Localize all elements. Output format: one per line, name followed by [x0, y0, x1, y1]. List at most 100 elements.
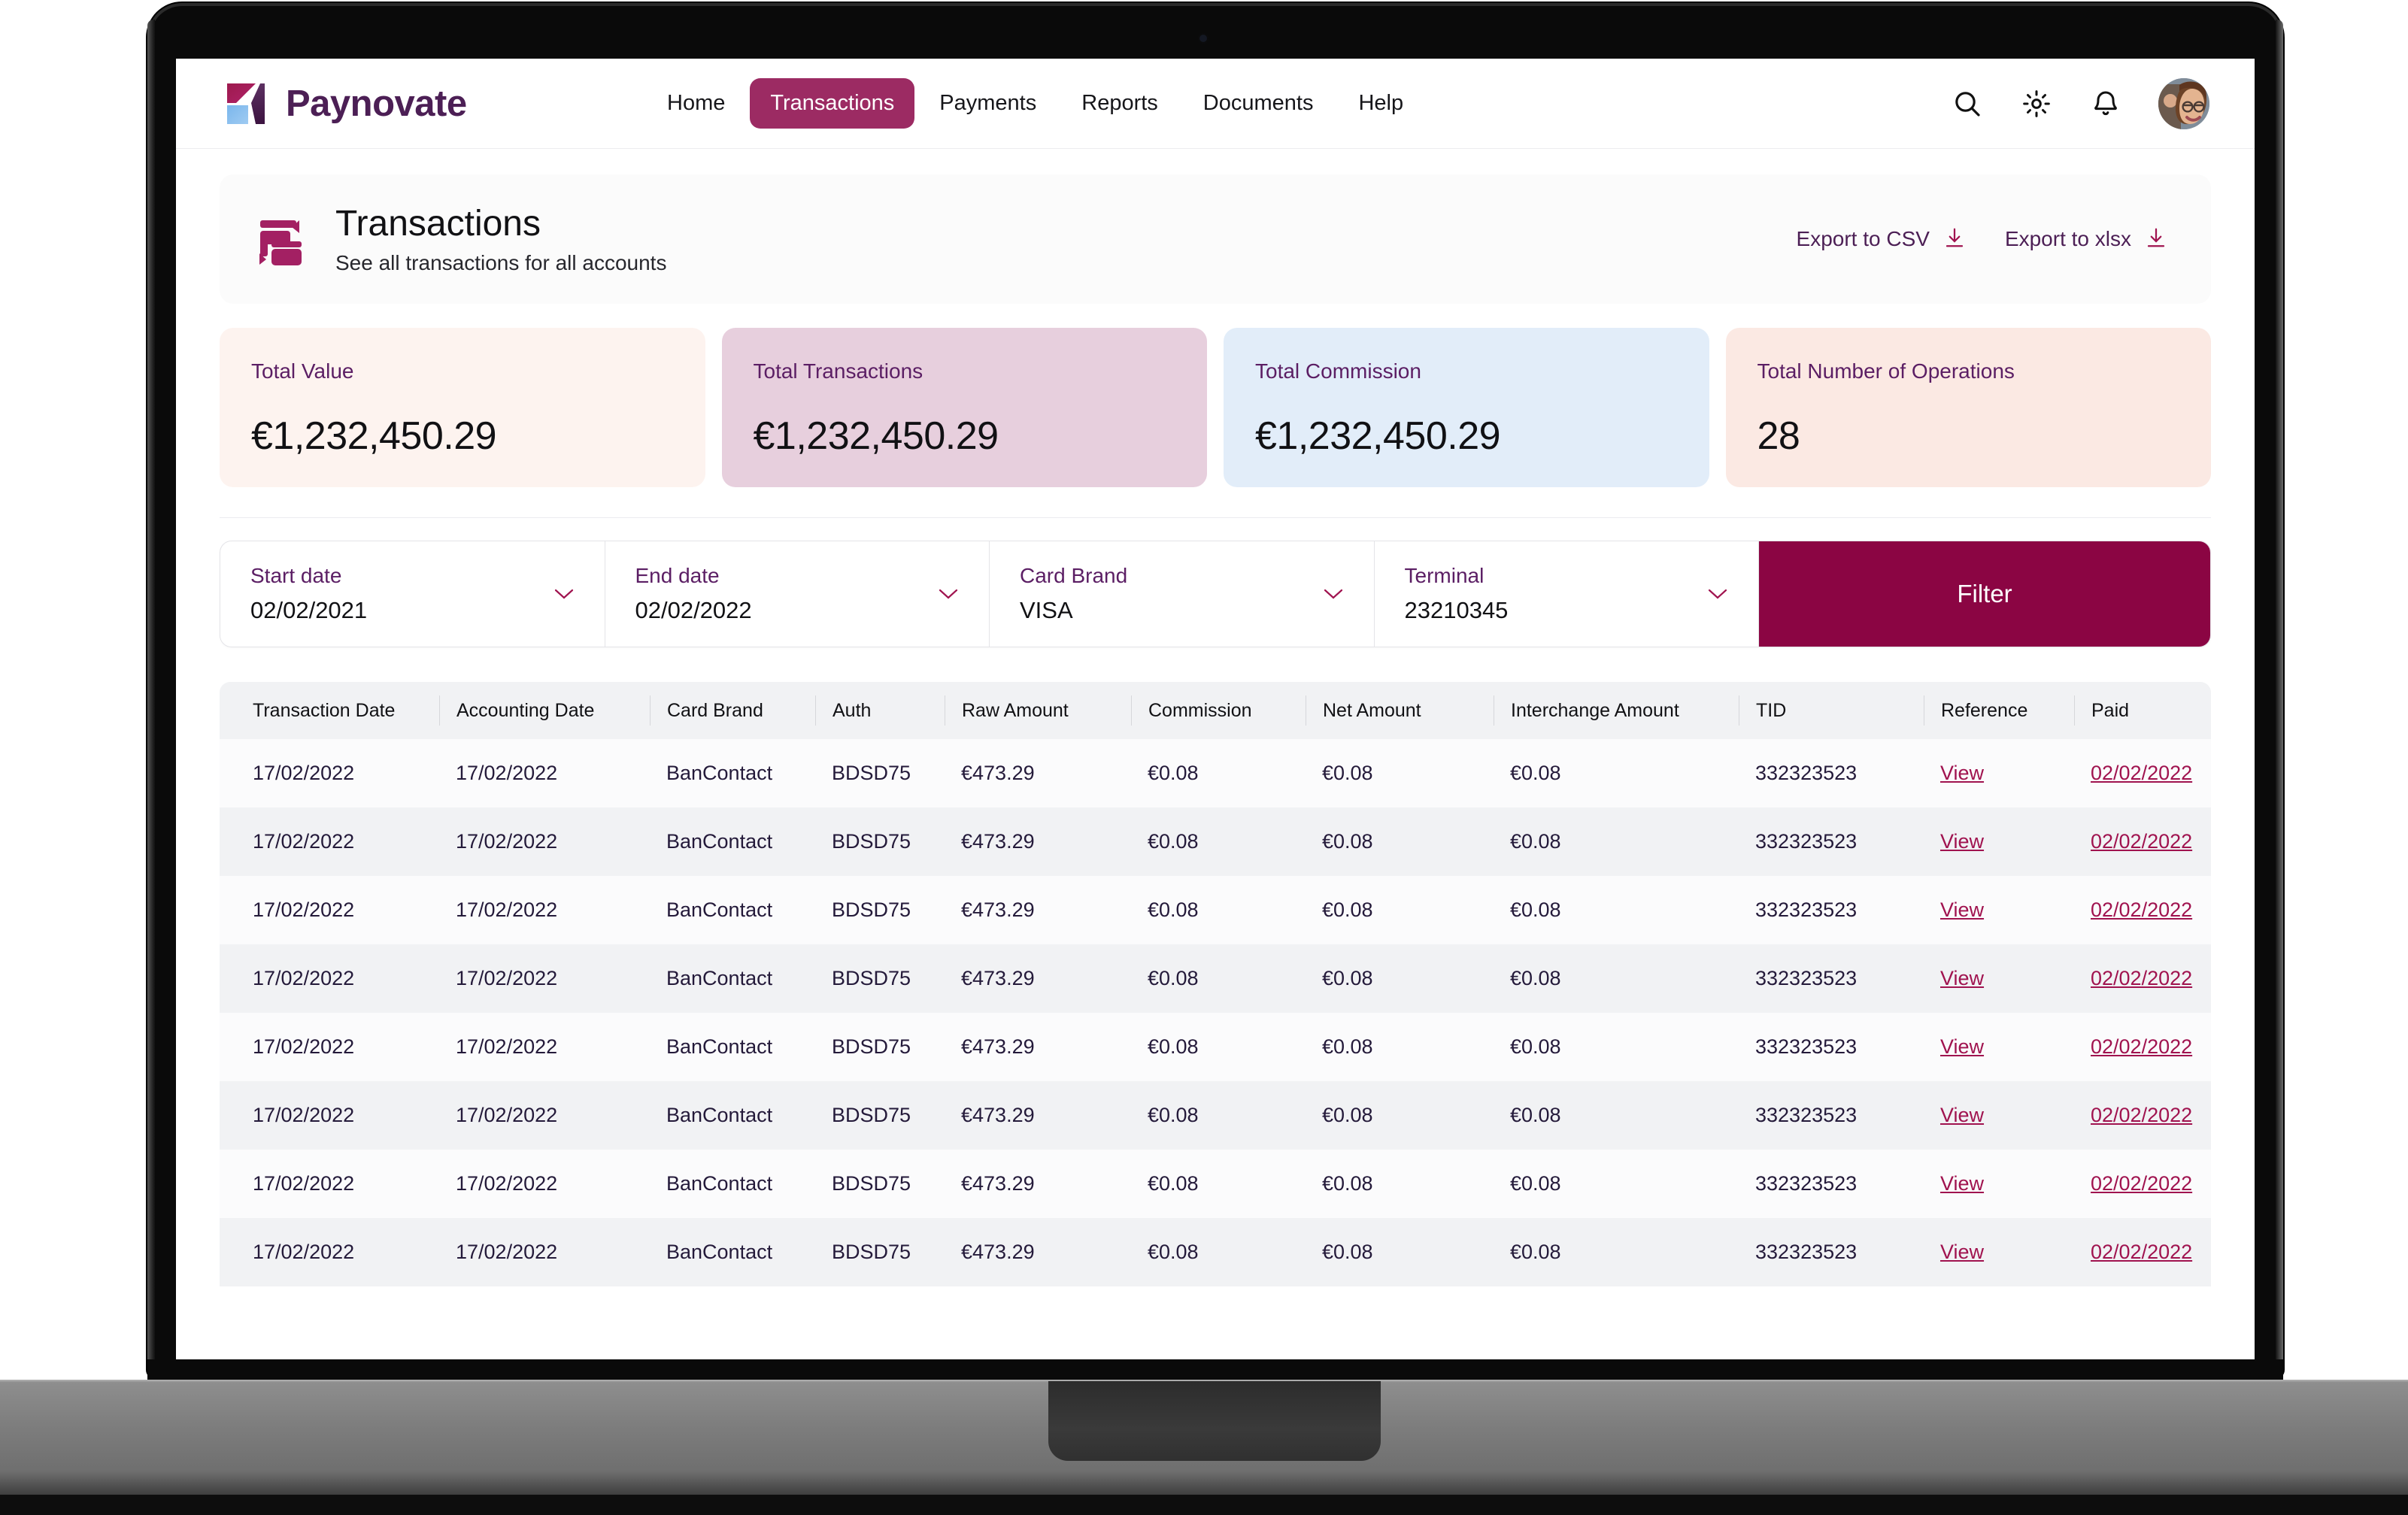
nav-item-payments[interactable]: Payments: [919, 78, 1057, 129]
table-cell: €0.08: [1510, 1172, 1561, 1195]
view-link[interactable]: View: [1924, 967, 2074, 990]
table-cell: €0.08: [1322, 898, 1373, 921]
brand-name: Paynovate: [286, 83, 467, 124]
table-cell: €0.08: [1322, 762, 1373, 784]
stat-label: Total Value: [251, 359, 354, 383]
table-row[interactable]: 17/02/2022 17/02/2022 BanContact BDSD75 €473…: [220, 876, 2211, 944]
table-cell: 17/02/2022: [456, 1241, 558, 1263]
nav-item-help[interactable]: Help: [1338, 78, 1424, 129]
brand-logo[interactable]: Paynovate: [226, 80, 647, 127]
paid-date-link[interactable]: 02/02/2022: [2074, 1172, 2209, 1195]
table-cell: €0.08: [1322, 1172, 1373, 1195]
column-header-raw-amount[interactable]: Raw Amount: [945, 695, 1131, 726]
table-row[interactable]: 17/02/2022 17/02/2022 BanContact BDSD75 €473…: [220, 807, 2211, 876]
table-cell: BDSD75: [832, 967, 911, 989]
column-header-card-brand[interactable]: Card Brand: [650, 695, 815, 726]
column-header-transaction-date[interactable]: Transaction Date: [220, 695, 439, 726]
chevron-down-icon: [1323, 588, 1344, 600]
filter-button[interactable]: Filter: [1759, 541, 2210, 647]
export-csv-button[interactable]: Export to CSV: [1797, 226, 1966, 253]
nav-item-reports[interactable]: Reports: [1061, 78, 1178, 129]
stat-card-total-transactions: Total Transactions €1,232,450.29: [721, 328, 1207, 487]
gear-icon[interactable]: [2020, 87, 2053, 120]
table-cell: €0.08: [1510, 967, 1561, 989]
laptop-lid-bottom-bezel: [147, 1359, 2283, 1382]
export-csv-label: Export to CSV: [1796, 227, 1930, 250]
stat-label: Total Commission: [1255, 359, 1421, 383]
table-cell: BanContact: [666, 967, 773, 989]
search-icon[interactable]: [1951, 87, 1984, 120]
table-row[interactable]: 17/02/2022 17/02/2022 BanContact BDSD75 €473…: [220, 739, 2211, 807]
stat-card-total-commission: Total Commission €1,232,450.29: [1224, 328, 1709, 487]
nav-item-transactions[interactable]: Transactions: [750, 78, 915, 129]
paid-date-link[interactable]: 02/02/2022: [2074, 1035, 2209, 1059]
main-nav: Home Transactions Payments Reports Docum…: [647, 78, 1951, 129]
paynovate-logo-icon: [226, 80, 272, 127]
column-header-auth[interactable]: Auth: [815, 695, 945, 726]
webcam-icon: [1198, 33, 1209, 44]
table-cell: BDSD75: [832, 898, 911, 921]
view-link[interactable]: View: [1924, 1104, 2074, 1127]
paid-date-link[interactable]: 02/02/2022: [2074, 898, 2209, 922]
summary-cards: Total Value €1,232,450.29 Total Transact…: [220, 328, 2211, 487]
avatar[interactable]: [2158, 77, 2209, 129]
column-header-accounting-date[interactable]: Accounting Date: [439, 695, 650, 726]
view-link[interactable]: View: [1924, 898, 2074, 922]
view-link[interactable]: View: [1924, 1035, 2074, 1059]
nav-item-documents[interactable]: Documents: [1183, 78, 1334, 129]
table-cell: 332323523: [1755, 1241, 1858, 1263]
filter-label: Start date: [250, 564, 342, 587]
column-header-net-amount[interactable]: Net Amount: [1306, 695, 1494, 726]
page-header-left: Transactions See all transactions for al…: [253, 203, 666, 276]
export-xlsx-button[interactable]: Export to xlsx: [2005, 226, 2167, 253]
view-link[interactable]: View: [1924, 1172, 2074, 1195]
paid-date-link[interactable]: 02/02/2022: [2074, 1241, 2209, 1264]
page-subtitle: See all transactions for all accounts: [335, 251, 667, 275]
table-cell: 17/02/2022: [456, 1172, 558, 1195]
table-cell: €0.08: [1322, 1035, 1373, 1058]
stat-label: Total Number of Operations: [1757, 359, 2015, 383]
nav-item-home[interactable]: Home: [647, 78, 745, 129]
paid-date-link[interactable]: 02/02/2022: [2074, 830, 2209, 853]
paid-date-link[interactable]: 02/02/2022: [2074, 1104, 2209, 1127]
column-header-tid[interactable]: TID: [1739, 695, 1924, 726]
column-header-commission[interactable]: Commission: [1131, 695, 1306, 726]
paid-date-link[interactable]: 02/02/2022: [2074, 762, 2209, 785]
page-title: Transactions: [335, 203, 541, 244]
table-row[interactable]: 17/02/2022 17/02/2022 BanContact BDSD75 €473…: [220, 1218, 2211, 1286]
column-header-paid[interactable]: Paid: [2074, 695, 2209, 726]
view-link[interactable]: View: [1924, 1241, 2074, 1264]
filter-start-date[interactable]: Start date 02/02/2021: [220, 541, 605, 647]
table-cell: 17/02/2022: [253, 1104, 355, 1126]
transactions-table: Transaction Date Accounting Date Card Bran…: [220, 682, 2211, 1286]
table-cell: 17/02/2022: [456, 1035, 558, 1058]
table-cell: 332323523: [1755, 830, 1858, 853]
filter-end-date[interactable]: End date 02/02/2022: [605, 541, 990, 647]
table-cell: €473.29: [961, 830, 1035, 853]
view-link[interactable]: View: [1924, 830, 2074, 853]
table-row[interactable]: 17/02/2022 17/02/2022 BanContact BDSD75 €473…: [220, 1081, 2211, 1150]
table-cell: BanContact: [666, 1035, 773, 1058]
table-cell: 17/02/2022: [456, 762, 558, 784]
download-icon: [1943, 226, 1966, 253]
paid-date-link[interactable]: 02/02/2022: [2074, 967, 2209, 990]
table-cell: €0.08: [1510, 1104, 1561, 1126]
table-cell: €0.08: [1322, 967, 1373, 989]
table-row[interactable]: 17/02/2022 17/02/2022 BanContact BDSD75 €473…: [220, 1013, 2211, 1081]
table-cell: BanContact: [666, 762, 773, 784]
filter-label: Card Brand: [1020, 564, 1128, 587]
bell-icon[interactable]: [2089, 87, 2122, 120]
table-row[interactable]: 17/02/2022 17/02/2022 BanContact BDSD75 €473…: [220, 1150, 2211, 1218]
stat-value: €1,232,450.29: [251, 414, 497, 458]
top-navigation-bar: Paynovate Home Transactions Payments Rep…: [176, 59, 2255, 149]
column-header-reference[interactable]: Reference: [1924, 695, 2074, 726]
table-row[interactable]: 17/02/2022 17/02/2022 BanContact BDSD75 €473…: [220, 944, 2211, 1013]
table-cell: 332323523: [1755, 1035, 1858, 1058]
view-link[interactable]: View: [1924, 762, 2074, 785]
filter-terminal[interactable]: Terminal 23210345: [1375, 541, 1759, 647]
background-right-fill: [2324, 0, 2408, 764]
column-header-interchange-amount[interactable]: Interchange Amount: [1494, 695, 1739, 726]
table-cell: 17/02/2022: [253, 830, 355, 853]
filter-card-brand[interactable]: Card Brand VISA: [990, 541, 1375, 647]
table-cell: €0.08: [1148, 762, 1199, 784]
